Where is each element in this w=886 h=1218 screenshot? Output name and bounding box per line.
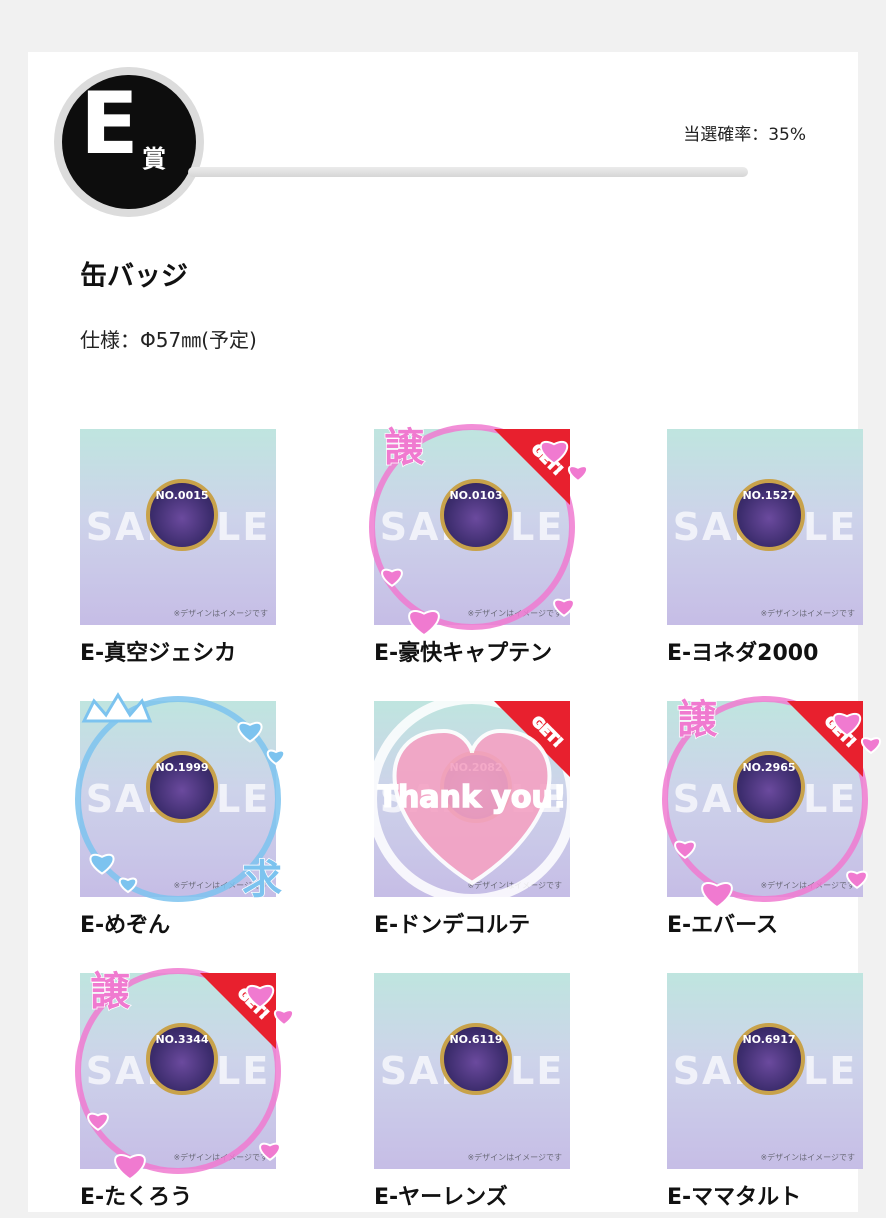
can-badge-image: NO.6119 [440, 1023, 512, 1095]
badge-item[interactable]: SAMPLE NO.6119 ※デザインはイメージです E-ヤーレンズ [374, 973, 574, 1218]
badge-thumbnail[interactable]: SAMPLE NO.6917 ※デザインはイメージです [667, 973, 863, 1169]
design-note: ※デザインはイメージです [467, 881, 562, 890]
prize-card: E 賞 当選確率：35% 缶バッジ 仕様：Φ57㎜(予定) SAMPLE NO.… [28, 52, 882, 1212]
can-badge-image: NO.3344 [146, 1023, 218, 1095]
badge-thumbnail[interactable]: SAMPLE NO.2082 ※デザインはイメージです [374, 701, 570, 897]
badge-item[interactable]: SAMPLE NO.0015 ※デザインはイメージです E-真空ジェシカ [80, 429, 280, 674]
product-title: 缶バッジ [80, 261, 188, 292]
can-badge-image: NO.0103 [440, 479, 512, 551]
badge-number: NO.6917 [742, 1033, 796, 1046]
prize-header-bar [188, 167, 748, 177]
can-badge-image: NO.0015 [146, 479, 218, 551]
heart-icon [567, 465, 589, 483]
badge-thumbnail[interactable]: SAMPLE NO.3344 ※デザインはイメージです [80, 973, 276, 1169]
prize-letter: E [80, 74, 139, 174]
badge-thumbnail[interactable]: SAMPLE NO.0103 ※デザインはイメージです [374, 429, 570, 625]
can-badge-image: NO.1999 [146, 751, 218, 823]
design-note: ※デザインはイメージです [760, 1153, 855, 1162]
product-spec: 仕様：Φ57㎜(予定) [80, 328, 257, 352]
prize-badge: E 賞 [62, 75, 196, 209]
badge-item[interactable]: SAMPLE NO.6917 ※デザインはイメージです E-ママタルト [667, 973, 867, 1218]
design-note: ※デザインはイメージです [467, 609, 562, 618]
badge-thumbnail[interactable]: SAMPLE NO.1999 ※デザインはイメージです [80, 701, 276, 897]
badge-item[interactable]: SAMPLE NO.3344 ※デザインはイメージです E-たくろうGET!譲 [75, 968, 295, 1218]
can-badge-image: NO.2082 [440, 751, 512, 823]
badge-thumbnail[interactable]: SAMPLE NO.0015 ※デザインはイメージです [80, 429, 276, 625]
heart-icon [273, 1009, 295, 1027]
design-note: ※デザインはイメージです [760, 609, 855, 618]
design-note: ※デザインはイメージです [173, 609, 268, 618]
badge-number: NO.1999 [155, 761, 209, 774]
item-label: E-豪快キャプテン [374, 641, 553, 666]
design-note: ※デザインはイメージです [760, 881, 855, 890]
badge-number: NO.1527 [742, 489, 796, 502]
badge-thumbnail[interactable]: SAMPLE NO.1527 ※デザインはイメージです [667, 429, 863, 625]
design-note: ※デザインはイメージです [467, 1153, 562, 1162]
can-badge-image: NO.6917 [733, 1023, 805, 1095]
badge-item[interactable]: SAMPLE NO.0103 ※デザインはイメージです E-豪快キャプテンGET… [369, 424, 589, 674]
item-label: E-ヨネダ2000 [667, 641, 819, 666]
badge-thumbnail[interactable]: SAMPLE NO.6119 ※デザインはイメージです [374, 973, 570, 1169]
badge-number: NO.6119 [449, 1033, 503, 1046]
item-label: E-真空ジェシカ [80, 641, 237, 666]
item-label: E-ママタルト [667, 1185, 802, 1210]
win-rate: 当選確率：35% [683, 125, 806, 145]
can-badge-image: NO.1527 [733, 479, 805, 551]
badge-item[interactable]: SAMPLE NO.2082 ※デザインはイメージです E-ドンデコルテGET!… [367, 694, 577, 946]
design-note: ※デザインはイメージです [173, 1153, 268, 1162]
prize-suffix: 賞 [142, 145, 166, 173]
item-label: E-ドンデコルテ [374, 913, 531, 938]
item-label: E-エバース [667, 913, 779, 938]
badge-item[interactable]: SAMPLE NO.1527 ※デザインはイメージです E-ヨネダ2000 [667, 429, 867, 674]
item-label: E-たくろう [80, 1185, 193, 1210]
item-label: E-ヤーレンズ [374, 1185, 508, 1210]
can-badge-image: NO.2965 [733, 751, 805, 823]
badge-number: NO.2082 [449, 761, 503, 774]
design-note: ※デザインはイメージです [173, 881, 268, 890]
badge-item[interactable]: SAMPLE NO.2965 ※デザインはイメージです E-エバースGET!譲 [662, 696, 882, 946]
heart-icon [860, 737, 882, 755]
badge-number: NO.3344 [155, 1033, 209, 1046]
badge-thumbnail[interactable]: SAMPLE NO.2965 ※デザインはイメージです [667, 701, 863, 897]
badge-number: NO.2965 [742, 761, 796, 774]
badge-item[interactable]: SAMPLE NO.1999 ※デザインはイメージです E-めぞん求 [75, 692, 286, 946]
badge-number: NO.0015 [155, 489, 209, 502]
item-label: E-めぞん [80, 913, 171, 938]
badge-number: NO.0103 [449, 489, 503, 502]
